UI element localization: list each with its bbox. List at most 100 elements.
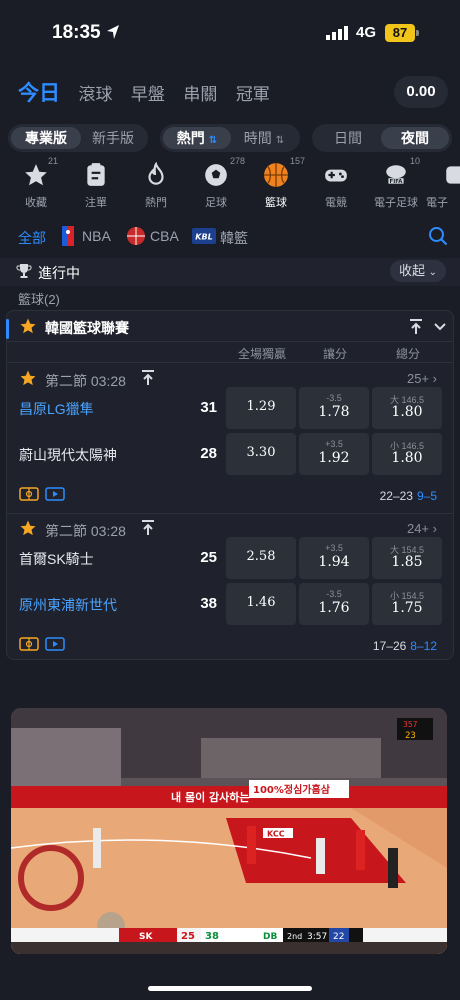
league-name: 韓國籃球聯賽 [45,320,129,336]
home-team: 昌原LG獵隼 [19,401,94,417]
quarter-score: 17–26 8–12 [373,639,437,653]
clipboard-icon [87,163,105,186]
search-icon[interactable] [428,226,448,246]
tab-outright[interactable]: 冠軍 [236,79,270,111]
svg-text:357: 357 [403,720,418,729]
chevron-down-icon: ⌄ [428,267,438,278]
col-total: 總分 [395,347,420,361]
league-nba[interactable]: NBA [82,228,111,244]
video-play-icon[interactable] [45,637,65,651]
odd-price: 3.30 [246,445,276,460]
kbl-logo-icon: KBL [192,228,216,244]
arena-banner-1: 100%정심가홈삼 [253,783,331,796]
home-score: 31 [200,399,217,416]
sport-count: 278 [230,156,246,166]
odd-moneyline-home[interactable]: 1.29 [226,387,296,429]
sport-esports[interactable]: 電競 [306,160,366,210]
odd-total-over[interactable]: 大 154.5 1.85 [372,537,442,579]
flame-icon [148,162,164,185]
divider [7,362,453,363]
sport-soccer[interactable]: 278 足球 [186,156,246,210]
sport-favorites[interactable]: 21 收藏 [6,156,66,210]
odd-price: 1.75 [391,600,423,616]
pin-top-icon[interactable] [141,370,155,386]
odd-spread-home[interactable]: -3.5 1.78 [299,387,369,429]
odd-total-over[interactable]: 大 146.5 1.80 [372,387,442,429]
away-score: 28 [200,445,217,462]
status-bar: 18:35 4G 87 [0,0,460,70]
signal-bars-icon [326,26,348,40]
more-markets-count: 24+ [406,521,430,536]
sport-hot[interactable]: 熱門 [126,160,186,210]
quarter-score-current: 8–12 [410,639,437,653]
more-markets-link[interactable]: 25+ › [407,371,437,386]
selected-accent [6,319,9,339]
sport-basketball[interactable]: 157 籃球 [246,156,306,210]
odd-price: 1.80 [391,404,423,420]
match-row: 第二節 03:28 24+ › 首爾SK騎士 25 2.58 +3.5 1.94 … [7,515,453,665]
odd-line: -3.5 [326,393,342,403]
collapse-button[interactable]: 收起 ⌄ [390,260,446,282]
sport-label: 足球 [205,197,227,209]
balance-button[interactable]: 0.00 [394,76,448,108]
sport-label: 電競 [325,197,347,209]
theme-day[interactable]: 日間 [315,127,381,149]
tab-live[interactable]: 滾球 [78,79,112,111]
odd-price: 1.78 [318,404,350,420]
sport-count: 157 [290,156,306,166]
court-stats-icon[interactable] [19,487,39,501]
video-play-icon[interactable] [45,487,65,501]
collapse-label: 收起 [398,263,425,278]
quarter-score: 22–23 9–5 [380,489,437,503]
court-logo: KCC [267,830,285,839]
odd-moneyline-away[interactable]: 1.46 [226,583,296,625]
pin-top-icon[interactable] [409,319,423,335]
more-markets-link[interactable]: 24+ › [407,521,437,536]
league-kbl[interactable]: 韓籃 [220,228,248,248]
quarter-score-current: 9–5 [416,489,437,503]
sport-label: 熱門 [145,197,167,209]
star-icon[interactable] [19,519,37,537]
sport-e-soccer[interactable]: FIFA 10 電子足球 [366,156,426,210]
odd-total-under[interactable]: 小 146.5 1.80 [372,433,442,475]
odd-moneyline-home[interactable]: 2.58 [226,537,296,579]
league-all[interactable]: 全部 [18,228,46,248]
sport-label: 注單 [85,197,107,209]
tab-today[interactable]: 今日 [18,78,60,110]
odd-price: 1.29 [246,399,276,414]
theme-switch: 日間 夜間 [312,124,452,152]
sport-e[interactable]: 電子 [426,160,460,210]
sport-label: 電子 [426,197,448,209]
sport-bets[interactable]: 注單 [66,160,126,210]
league-cba[interactable]: CBA [150,228,179,244]
odd-line: +3.5 [325,439,343,449]
sort-time[interactable]: 時間 ⇅ [231,127,297,149]
star-icon[interactable] [19,317,37,335]
live-video-player[interactable]: 내 몸이 감사하는 100%정심가홈삼 KCC 357 23 SK 25 38 … [11,708,447,954]
odd-spread-away[interactable]: -3.5 1.76 [299,583,369,625]
home-indicator[interactable] [148,986,312,991]
tab-parlay[interactable]: 串關 [183,79,217,111]
score-clock: 3:57 [307,932,327,942]
odd-spread-away[interactable]: +3.5 1.92 [299,433,369,475]
star-icon [25,164,47,186]
mode-pro[interactable]: 專業版 [11,127,81,149]
more-markets-count: 25+ [406,371,430,386]
sort-hot[interactable]: 熱門 ⇅ [163,127,231,149]
odd-total-under[interactable]: 小 154.5 1.75 [372,583,442,625]
odd-moneyline-away[interactable]: 3.30 [226,433,296,475]
tab-early[interactable]: 早盤 [131,79,165,111]
fifa-icon: FIFA [386,165,406,185]
star-icon[interactable] [19,369,37,387]
mode-novice[interactable]: 新手版 [81,127,145,149]
chevron-down-icon[interactable] [433,320,447,334]
pin-top-icon[interactable] [141,520,155,536]
theme-night[interactable]: 夜間 [381,127,449,149]
col-moneyline: 全場獨贏 [237,347,286,361]
court-stats-icon[interactable] [19,637,39,651]
chevron-right-icon: › [432,521,437,536]
home-score: 25 [200,549,217,566]
sort-time-label: 時間 [243,130,272,146]
odd-spread-home[interactable]: +3.5 1.94 [299,537,369,579]
main-tabs: 今日 滾球 早盤 串關 冠軍 [18,78,284,110]
